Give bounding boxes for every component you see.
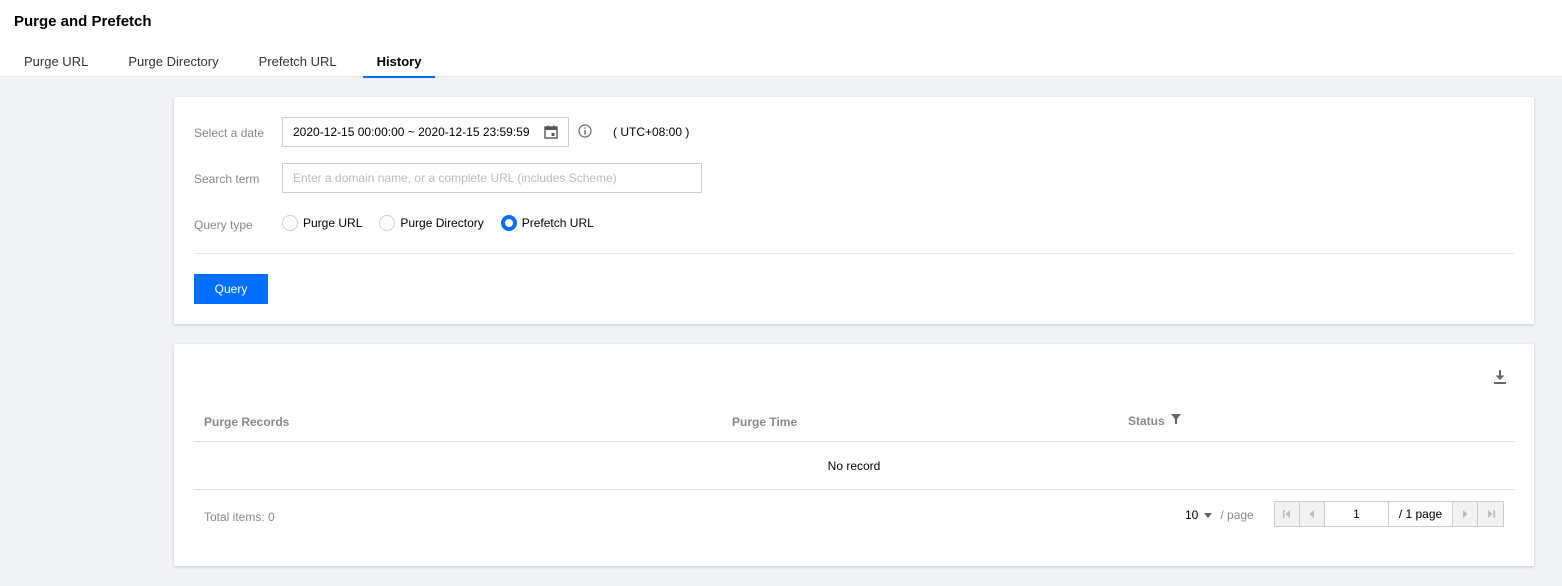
radio-button[interactable] xyxy=(282,215,298,231)
radio-button[interactable] xyxy=(379,215,396,231)
next-page-button[interactable] xyxy=(1453,502,1478,526)
column-status: Status xyxy=(1128,414,1182,428)
page-number-input[interactable] xyxy=(1325,502,1389,526)
radio-label: Purge URL xyxy=(303,216,363,230)
column-purge-records: Purge Records xyxy=(204,415,290,429)
info-icon[interactable] xyxy=(578,124,592,138)
query-type-radio-group: Purge URL Purge Directory Prefetch URL xyxy=(282,215,611,231)
date-range-picker[interactable]: 2020-12-15 00:00:00 ~ 2020-12-15 23:59:5… xyxy=(282,117,569,147)
tab-purge-directory[interactable]: Purge Directory xyxy=(114,50,232,77)
page-size-select[interactable]: 10 / page xyxy=(1185,508,1254,522)
form-divider xyxy=(194,253,1514,254)
download-icon[interactable] xyxy=(1494,370,1506,384)
date-range-value: 2020-12-15 00:00:00 ~ 2020-12-15 23:59:5… xyxy=(293,125,530,139)
page-header: Purge and Prefetch Purge URL Purge Direc… xyxy=(0,0,1562,78)
empty-table-row: No record xyxy=(194,442,1514,490)
query-panel: Select a date 2020-12-15 00:00:00 ~ 2020… xyxy=(174,97,1534,324)
page-title: Purge and Prefetch xyxy=(14,13,152,30)
tab-purge-url[interactable]: Purge URL xyxy=(10,50,102,77)
radio-purge-directory[interactable]: Purge Directory xyxy=(379,215,484,231)
table-header: Purge Records Purge Time Status xyxy=(194,404,1514,442)
tab-bar: Purge URL Purge Directory Prefetch URL H… xyxy=(10,50,447,78)
radio-purge-url[interactable]: Purge URL xyxy=(282,215,362,231)
date-label: Select a date xyxy=(194,126,265,140)
column-status-label: Status xyxy=(1128,414,1165,428)
calendar-icon[interactable] xyxy=(544,125,558,139)
next-page-icon xyxy=(1463,510,1468,518)
radio-button[interactable] xyxy=(500,215,517,231)
tab-history[interactable]: History xyxy=(362,50,436,78)
total-items: Total items: 0 xyxy=(204,510,275,524)
filter-icon[interactable] xyxy=(1171,414,1182,424)
query-type-label: Query type xyxy=(194,218,253,232)
last-page-icon xyxy=(1487,510,1495,518)
records-panel: Purge Records Purge Time Status No recor… xyxy=(174,344,1534,566)
pagination-controls: / 1 page xyxy=(1274,501,1504,527)
page-total-label: / 1 page xyxy=(1389,502,1453,526)
prev-page-button[interactable] xyxy=(1300,502,1325,526)
first-page-button[interactable] xyxy=(1275,502,1300,526)
tab-prefetch-url[interactable]: Prefetch URL xyxy=(245,50,351,77)
prev-page-icon xyxy=(1309,510,1314,518)
search-label: Search term xyxy=(194,172,260,186)
chevron-down-icon xyxy=(1204,512,1213,518)
column-purge-time: Purge Time xyxy=(732,415,798,429)
page-size-value: 10 xyxy=(1185,508,1199,522)
last-page-button[interactable] xyxy=(1478,502,1503,526)
first-page-icon xyxy=(1283,510,1290,518)
radio-label: Purge Directory xyxy=(400,216,484,230)
query-button[interactable]: Query xyxy=(194,274,268,304)
radio-prefetch-url[interactable]: Prefetch URL xyxy=(500,215,594,231)
radio-label: Prefetch URL xyxy=(521,216,594,230)
per-page-label: / page xyxy=(1220,508,1254,522)
search-input[interactable] xyxy=(282,163,702,193)
timezone-label: ( UTC+08:00 ) xyxy=(613,125,690,139)
